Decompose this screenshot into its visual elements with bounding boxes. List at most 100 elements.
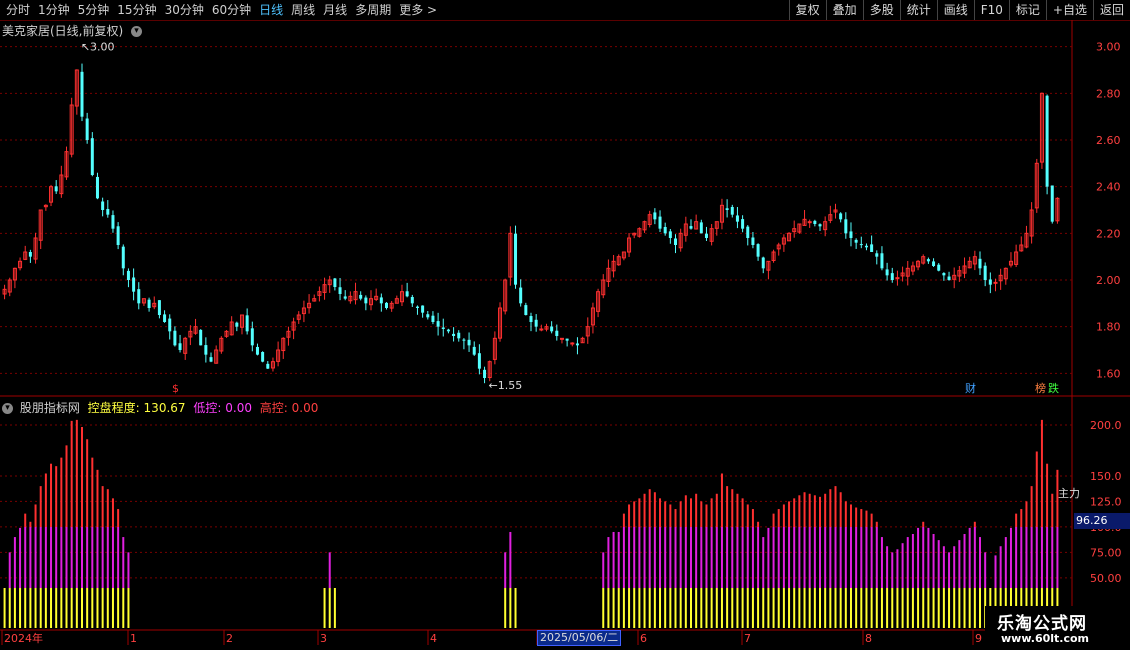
candle-body [751, 237, 755, 245]
candle-body [415, 306, 419, 308]
candle-body [436, 321, 440, 327]
candle-body [559, 337, 564, 340]
candle-body [849, 231, 853, 238]
candle-body [575, 343, 579, 346]
candle-body [932, 261, 936, 266]
candle-body [1050, 185, 1054, 222]
candle-body [467, 339, 471, 346]
x-tick-label: 4 [430, 632, 437, 645]
low-control-label: 低控: [193, 401, 222, 415]
candle-body [235, 322, 239, 327]
x-tick-label: 1 [130, 632, 137, 645]
candle-body [462, 339, 466, 341]
y-tick-label: 1.80 [1096, 321, 1121, 334]
control-value: 130.67 [143, 401, 186, 415]
candle-body [519, 287, 523, 304]
x-tick-label: 2024年 [4, 631, 43, 645]
y-tick-label: 3.00 [1096, 41, 1121, 54]
candle-body [937, 264, 941, 271]
candle-body [364, 297, 368, 304]
x-tick-label: 8 [865, 632, 872, 645]
candle-body [255, 346, 259, 355]
high-price-label: ↖3.00 [81, 41, 115, 54]
candle-body [565, 338, 569, 341]
candle-body [885, 269, 889, 276]
candle-body [250, 328, 254, 346]
candle-body [452, 333, 456, 336]
main-force-label: 主力 [1058, 487, 1080, 500]
candle-body [895, 277, 900, 280]
candle-body [741, 219, 745, 229]
rank-marker: 榜 [1035, 381, 1046, 395]
candle-body [514, 233, 518, 285]
high-control-value: 0.00 [291, 401, 319, 415]
candle-body [137, 289, 141, 304]
candle-body [101, 201, 105, 210]
candle-body [111, 215, 115, 229]
candle-body [668, 231, 672, 238]
indicator-name: 股朋指标网 [19, 401, 80, 415]
candle-body [983, 265, 987, 280]
y-tick-label: 2.00 [1096, 274, 1121, 287]
candle-body [735, 215, 739, 222]
candle-body [942, 273, 946, 276]
indicator-header: ▾ 股朋指标网 控盘程度: 130.67 低控: 0.00 高控: 0.00 [2, 399, 318, 416]
candle-body [477, 353, 481, 369]
candle-body [550, 326, 554, 332]
candle-body [534, 319, 538, 327]
watermark-title: 乐淘公式网 [997, 614, 1087, 634]
x-tick-label: 3 [320, 632, 327, 645]
candle-body [121, 246, 125, 269]
candle-body [947, 276, 951, 280]
candle-body [457, 332, 461, 339]
candle-body [483, 369, 487, 378]
drop-marker: 跌 [1048, 381, 1059, 395]
y-tick-label: 2.40 [1096, 181, 1121, 194]
candle-body [421, 305, 425, 313]
candle-body [988, 279, 992, 285]
candle-body [689, 226, 693, 229]
candle-body [993, 281, 998, 284]
chevron-down-icon[interactable]: ▾ [2, 403, 13, 414]
candle-body [245, 315, 249, 332]
candle-body [529, 316, 533, 322]
dollar-marker: $ [172, 382, 179, 395]
candle-body [555, 330, 559, 336]
candle-body [54, 186, 58, 192]
candle-body [730, 206, 734, 215]
candle-body [405, 291, 409, 297]
candle-body [663, 226, 667, 234]
candle-body [379, 297, 383, 304]
y-tick-label: 1.60 [1096, 367, 1121, 380]
sub-y-tick-label: 75.00 [1090, 546, 1122, 559]
candle-body [926, 259, 930, 262]
candle-body [80, 71, 84, 117]
candle-body [704, 233, 708, 238]
y-tick-label: 2.80 [1096, 87, 1121, 100]
candle-body [410, 296, 414, 304]
kline-chart[interactable]: 3.00 2.80 2.60 2.40 2.20 2.00 1.80 1.60 ↖3.00 ←1.… [0, 0, 1130, 650]
candle-body [570, 342, 575, 345]
low-price-label: ←1.55 [489, 379, 523, 392]
candle-body [199, 329, 203, 346]
sub-y-tick-label: 50.00 [1090, 572, 1122, 585]
candle-body [266, 363, 270, 369]
candle-body [163, 314, 167, 322]
candle-body [658, 216, 662, 229]
x-tick-label: 9 [975, 632, 982, 645]
y-tick-label: 2.60 [1096, 134, 1121, 147]
candle-body [746, 226, 750, 238]
candle-body [426, 314, 430, 318]
candle-body [725, 208, 729, 210]
candle-body [173, 330, 177, 346]
low-control-value: 0.00 [225, 401, 252, 415]
watermark-url: www.60lt.com [1001, 632, 1090, 645]
x-tick-label: 7 [744, 632, 751, 645]
crosshair-date: 2025/05/06/二 [537, 630, 622, 646]
candle-body [446, 329, 450, 332]
candle-body [441, 327, 445, 329]
candle-body [28, 252, 32, 257]
candle-body [338, 287, 342, 294]
candle-body [761, 257, 765, 269]
candle-body [204, 345, 208, 355]
